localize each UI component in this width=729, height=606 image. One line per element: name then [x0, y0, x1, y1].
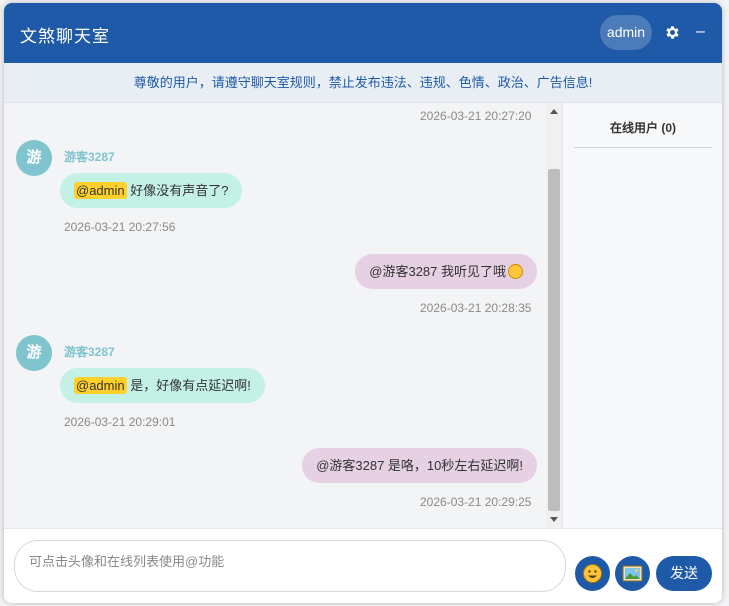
gear-icon[interactable]: [664, 24, 681, 41]
chat-header: 文煞聊天室 admin –: [4, 3, 722, 63]
send-button[interactable]: 发送: [656, 556, 712, 591]
chat-title: 文煞聊天室: [20, 27, 110, 46]
online-users-panel: 在线用户 (0): [562, 103, 722, 528]
message-bubble: @游客3287 是咯，10秒左右延迟啊!: [302, 448, 537, 483]
online-users-title: 在线用户 (0): [574, 103, 712, 148]
message-text: 好像没有声音了?: [126, 183, 229, 198]
current-user-badge[interactable]: admin: [600, 15, 652, 50]
image-icon: [622, 565, 643, 582]
scroll-up-arrow-icon[interactable]: [550, 109, 558, 114]
emoji-icon: [583, 564, 602, 583]
emoji-button[interactable]: [575, 556, 610, 591]
message-bubble: @admin 好像没有声音了?: [60, 173, 243, 208]
rules-notice: 尊敬的用户，请遵守聊天室规则，禁止发布违法、违规、色情、政治、广告信息!: [4, 63, 722, 103]
scrollbar-thumb[interactable]: [548, 169, 560, 511]
message-text: @游客3287 我听见了哦: [369, 264, 506, 279]
message-timestamp: 2026-03-21 20:28:35: [420, 301, 532, 315]
message-timestamp: 2026-03-21 20:29:25: [420, 495, 532, 509]
message-timestamp: 2026-03-21 20:27:20: [420, 109, 532, 123]
message-bubble: @游客3287 我听见了哦: [355, 254, 537, 289]
sender-name[interactable]: 游客3287: [64, 343, 115, 360]
image-button[interactable]: [615, 556, 650, 591]
chat-window: 文煞聊天室 admin – 尊敬的用户，请遵守聊天室规则，禁止发布违法、违规、色…: [4, 3, 722, 603]
message-text: @游客3287 是咯，10秒左右延迟啊!: [316, 458, 523, 473]
avatar[interactable]: 游: [16, 335, 52, 371]
avatar[interactable]: 游: [16, 140, 52, 176]
composer-bar: 发送: [4, 528, 722, 603]
message-text: 是，好像有点延迟啊!: [126, 378, 251, 393]
scroll-down-arrow-icon[interactable]: [550, 517, 558, 522]
message-scrollbar[interactable]: [546, 103, 562, 528]
mention-tag: @admin: [74, 377, 127, 394]
minimize-button[interactable]: –: [696, 22, 705, 42]
message-timestamp: 2026-03-21 20:27:56: [64, 220, 176, 234]
message-timestamp: 2026-03-21 20:29:01: [64, 415, 176, 429]
grin-emoji-icon: [508, 264, 523, 279]
sender-name[interactable]: 游客3287: [64, 148, 115, 165]
mention-tag: @admin: [74, 182, 127, 199]
message-bubble: @admin 是，好像有点延迟啊!: [60, 368, 265, 403]
message-list: 2026-03-21 20:27:20 游 游客3287 @admin 好像没有…: [4, 103, 562, 528]
message-input[interactable]: [14, 540, 566, 592]
